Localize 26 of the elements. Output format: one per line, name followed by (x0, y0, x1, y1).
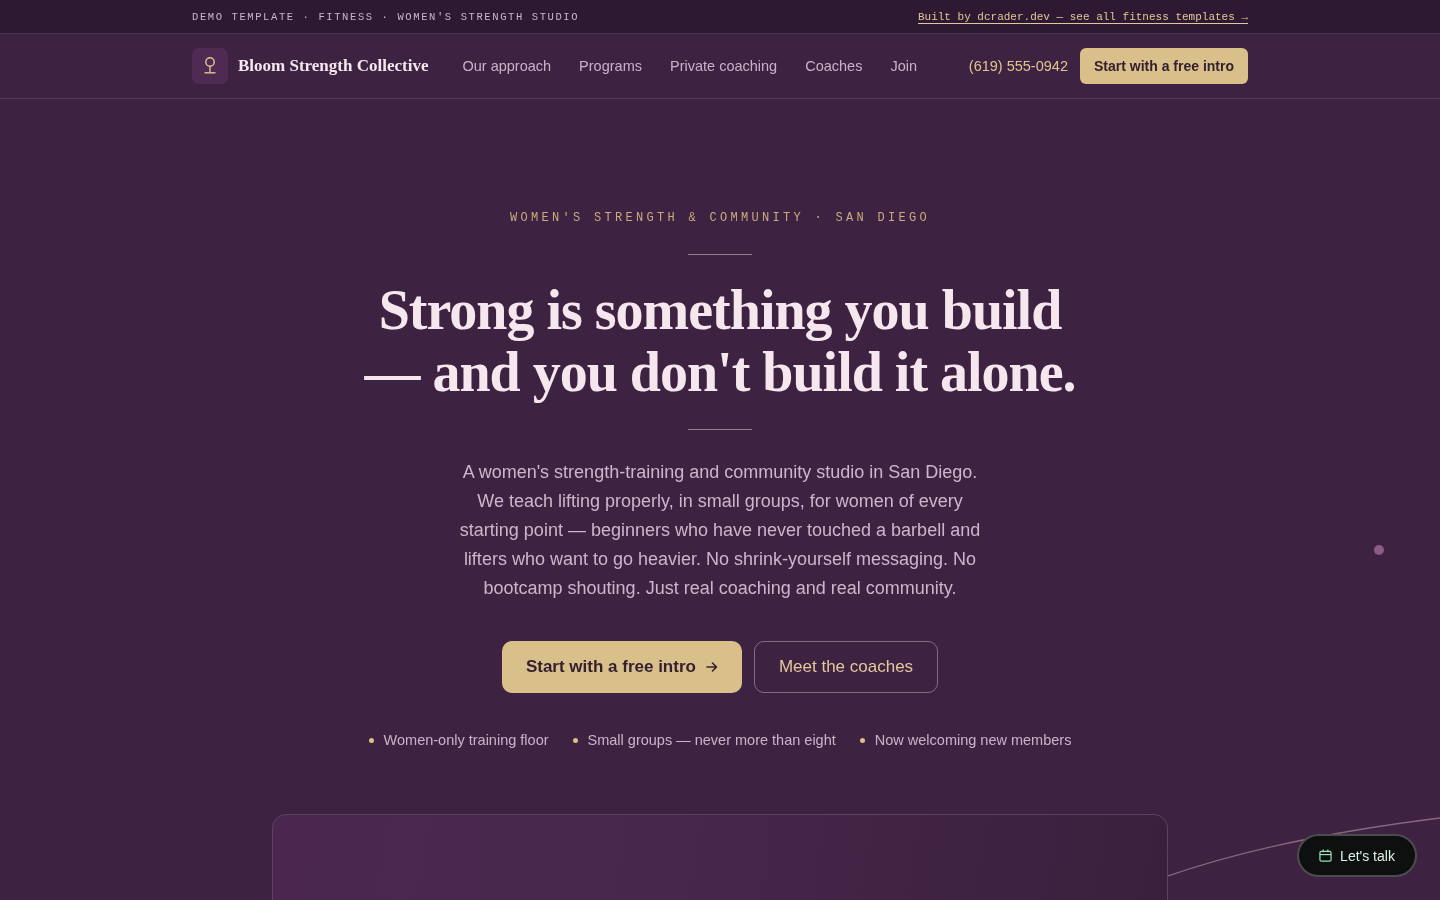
highlight-text: Small groups — never more than eight (587, 731, 836, 750)
logo-icon[interactable] (192, 48, 228, 84)
eyebrow-text: WOMEN'S STRENGTH & COMMUNITY · SAN DIEGO (509, 211, 930, 225)
calendar-icon (1319, 849, 1333, 862)
bullet-dot-icon (572, 737, 578, 743)
lets-talk-button[interactable]: Let's talk (1297, 834, 1417, 877)
hero-headline: Strong is something you build — and you don't build it alone. (363, 279, 1077, 403)
nav-link[interactable]: Join (890, 58, 917, 74)
phone-link[interactable]: (619) 555-0942 (968, 58, 1068, 74)
meet-coaches-button[interactable]: Meet the coaches (753, 641, 939, 693)
brand-name[interactable]: Bloom Strength Collective (238, 56, 429, 76)
bullet-dot-icon (859, 737, 865, 743)
hero-intro: A women's strength-training and community studio in San Diego. We teach lifting properly, in small groups, for women of every starting point — beginners who have never touched a barbell and lifters who want to go heavier. No shrink-yourself messaging. No bootcamp shouting. Just real coaching and real community. (458, 461, 982, 600)
nav-link[interactable]: Private coaching (669, 58, 778, 74)
dot-icon (1374, 545, 1384, 555)
nav-link[interactable]: Our approach (462, 58, 552, 74)
templates-link[interactable]: Built by dcrader.dev — see all fitness templates → (917, 10, 1248, 23)
template-tagline: DEMO TEMPLATE · FITNESS · WOMEN'S STRENGTH STUDIO (192, 10, 580, 23)
nav-link[interactable]: Coaches (805, 58, 863, 74)
free-intro-button[interactable]: Start with a free intro (501, 641, 742, 693)
highlight-text: Women-only training floor (383, 731, 549, 750)
highlight-text: Now welcoming new members (874, 731, 1072, 750)
nav-link[interactable]: Programs (579, 58, 642, 74)
bullet-dot-icon (368, 737, 374, 743)
free-intro-button[interactable]: Start with a free intro (1079, 48, 1248, 84)
arrow-right-icon (705, 661, 718, 673)
